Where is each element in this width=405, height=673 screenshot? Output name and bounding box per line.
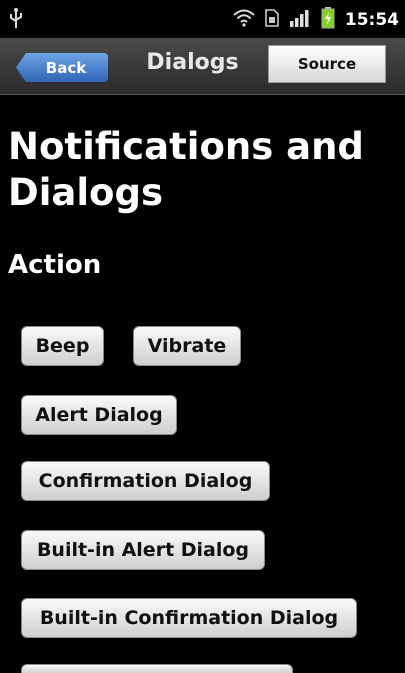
signal-icon [289, 9, 311, 31]
confirmation-dialog-button[interactable]: Confirmation Dialog [21, 461, 270, 501]
builtin-confirmation-dialog-button[interactable]: Built-in Confirmation Dialog [21, 598, 357, 638]
source-button[interactable]: Source [268, 45, 386, 83]
partial-button[interactable] [21, 664, 293, 673]
builtin-alert-dialog-button[interactable]: Built-in Alert Dialog [21, 530, 265, 570]
wifi-icon [233, 9, 255, 31]
back-button[interactable]: Back [16, 53, 108, 82]
navigation-bar: Back Dialogs Source [0, 38, 405, 95]
section-title: Action [8, 250, 102, 280]
status-time: 15:54 [344, 10, 399, 30]
beep-button[interactable]: Beep [21, 326, 104, 366]
vibrate-button[interactable]: Vibrate [133, 326, 241, 366]
page-title: Dialogs [146, 50, 239, 75]
content-heading: Notifications and Dialogs [8, 125, 364, 214]
alert-dialog-button[interactable]: Alert Dialog [21, 395, 177, 435]
battery-charging-icon [321, 7, 335, 33]
usb-icon [8, 6, 24, 34]
sim-icon [265, 9, 279, 31]
status-bar: 15:54 [0, 0, 405, 38]
